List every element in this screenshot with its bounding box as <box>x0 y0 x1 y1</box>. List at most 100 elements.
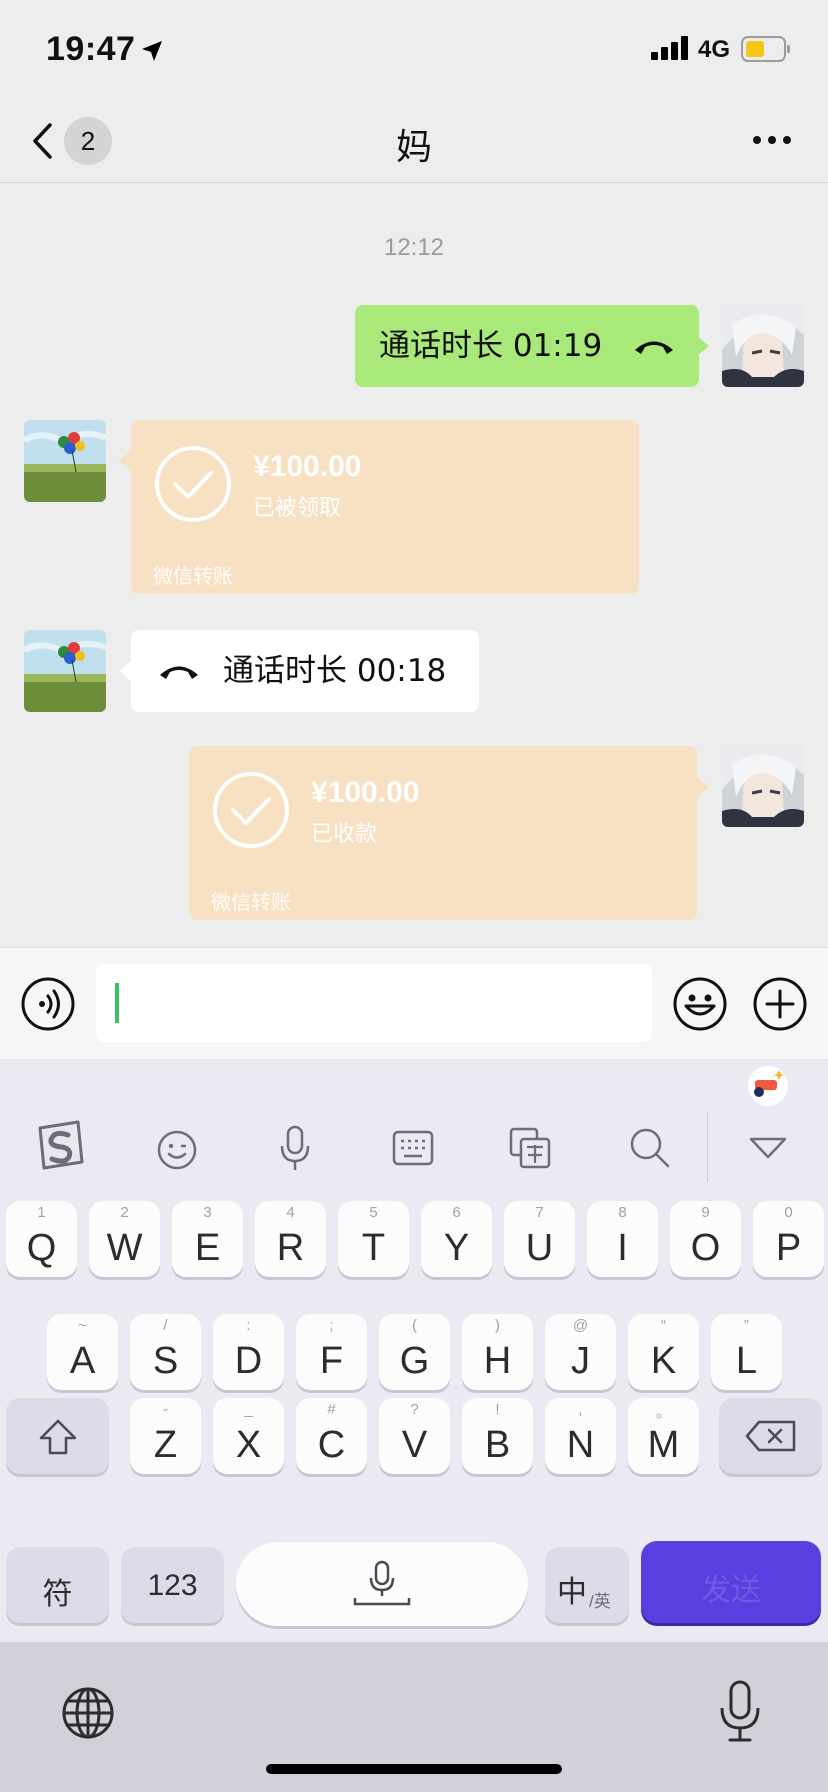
key-label: E <box>194 1227 221 1269</box>
bubble-tail <box>119 661 131 681</box>
call-bubble-outgoing[interactable]: 通话时长 01:19 <box>355 305 699 387</box>
home-indicator <box>266 1764 562 1774</box>
key-label: L <box>735 1340 758 1382</box>
globe-icon[interactable] <box>60 1685 116 1741</box>
key-hint: 3 <box>203 1204 212 1221</box>
key-p[interactable]: 0P <box>753 1201 824 1277</box>
status-time: 19:47 <box>46 30 136 68</box>
key-hint: 7 <box>535 1204 544 1221</box>
key-label: Y <box>443 1227 470 1269</box>
key-g[interactable]: (G <box>379 1314 450 1390</box>
battery-icon <box>741 36 790 62</box>
key-i[interactable]: 8I <box>587 1201 658 1277</box>
key-c[interactable]: # C <box>296 1398 367 1474</box>
key-b[interactable]: ! B <box>462 1398 533 1474</box>
key-hint: 9 <box>701 1204 710 1221</box>
key-o[interactable]: 9O <box>670 1201 741 1277</box>
key-label: B <box>484 1424 511 1466</box>
key-hint: ! <box>495 1401 500 1418</box>
key-n[interactable]: ,N <box>545 1398 616 1474</box>
key-hint: 。 <box>655 1404 671 1421</box>
avatar-self[interactable] <box>722 305 804 387</box>
key-z[interactable]: -Z <box>130 1398 201 1474</box>
key-m[interactable]: 。 M <box>628 1398 699 1474</box>
toolbar-divider <box>707 1112 708 1182</box>
shift-icon <box>39 1419 77 1455</box>
key-label: K <box>650 1340 677 1382</box>
lang-key-main: 中 <box>557 1576 587 1609</box>
kb-translate-icon[interactable] <box>508 1126 552 1170</box>
key-a[interactable]: ~ A <box>47 1314 118 1390</box>
key-label: T <box>361 1227 386 1269</box>
key-t[interactable]: 5T <box>338 1201 409 1277</box>
key-label: J <box>571 1340 590 1382</box>
kb-search-icon[interactable] <box>628 1126 672 1170</box>
shift-key[interactable] <box>6 1398 109 1474</box>
kb-voice-icon[interactable] <box>278 1124 312 1174</box>
back-chevron-icon[interactable] <box>30 122 56 160</box>
avatar-contact[interactable] <box>24 630 106 712</box>
space-key[interactable] <box>236 1542 528 1626</box>
key-e[interactable]: 3E <box>172 1201 243 1277</box>
bubble-tail <box>697 336 709 356</box>
key-v[interactable]: ? V <box>379 1398 450 1474</box>
key-s[interactable]: / S <box>130 1314 201 1390</box>
skin-promo-icon[interactable] <box>745 1062 791 1108</box>
call-bubble-incoming[interactable]: 通话时长 00:18 <box>131 630 479 712</box>
key-u[interactable]: 7U <box>504 1201 575 1277</box>
key-label: V <box>401 1424 428 1466</box>
key-hint: ~ <box>78 1317 87 1334</box>
key-hint: “ <box>661 1317 666 1334</box>
more-icon[interactable] <box>752 134 792 146</box>
key-d[interactable]: :D <box>213 1314 284 1390</box>
transfer-amount: ¥100.00 <box>311 776 420 809</box>
key-label: A <box>69 1340 96 1382</box>
key-k[interactable]: “K <box>628 1314 699 1390</box>
kb-emoji-icon[interactable] <box>155 1128 199 1172</box>
key-label: O <box>690 1227 721 1269</box>
transfer-card-outgoing[interactable]: ¥100.00 已收款 微信转账 <box>189 746 697 920</box>
location-arrow-icon <box>142 41 162 61</box>
key-label: R <box>276 1227 305 1269</box>
key-label: D <box>234 1340 263 1382</box>
key-f[interactable]: ; F <box>296 1314 367 1390</box>
symbols-key[interactable]: 符 <box>6 1547 109 1623</box>
backspace-key[interactable] <box>719 1398 822 1474</box>
key-j[interactable]: @ J <box>545 1314 616 1390</box>
call-duration-text: 通话时长 00:18 <box>223 653 447 689</box>
voice-input-icon[interactable] <box>20 976 76 1032</box>
send-key[interactable]: 发送 <box>641 1541 821 1623</box>
back-unread-badge[interactable]: 2 <box>64 117 112 165</box>
bubble-tail <box>697 777 709 797</box>
lang-switch-key[interactable]: 中 /英 <box>545 1547 629 1623</box>
avatar-contact[interactable] <box>24 420 106 502</box>
transfer-amount: ¥100.00 <box>253 450 362 483</box>
key-label: X <box>235 1424 262 1466</box>
key-q[interactable]: 1Q <box>6 1201 77 1277</box>
kb-keyboard-icon[interactable] <box>392 1130 434 1166</box>
space-voice-icon <box>353 1560 411 1606</box>
check-circle-icon <box>155 446 231 522</box>
transfer-card-incoming[interactable]: ¥100.00 已被领取 微信转账 <box>131 420 639 594</box>
key-y[interactable]: 6Y <box>421 1201 492 1277</box>
chat-title: 妈 <box>395 127 432 168</box>
key-hint: : <box>246 1317 251 1334</box>
key-x[interactable]: _ X <box>213 1398 284 1474</box>
key-w[interactable]: 2W <box>89 1201 160 1277</box>
text-caret <box>115 983 119 1023</box>
sogou-logo-icon[interactable] <box>32 1118 88 1174</box>
key-label: Z <box>153 1424 178 1466</box>
key-hint: ) <box>495 1317 500 1334</box>
collapse-keyboard-icon[interactable] <box>748 1136 788 1160</box>
add-more-icon[interactable] <box>752 976 808 1032</box>
key-h[interactable]: ) H <box>462 1314 533 1390</box>
transfer-brand: 微信转账 <box>211 890 291 914</box>
message-input[interactable] <box>96 964 652 1042</box>
avatar-self[interactable] <box>722 745 804 827</box>
key-label: N <box>566 1424 595 1466</box>
emoji-icon[interactable] <box>672 976 728 1032</box>
dictation-mic-icon[interactable] <box>718 1680 762 1744</box>
numbers-key[interactable]: 123 <box>121 1547 224 1623</box>
key-l[interactable]: ” L <box>711 1314 782 1390</box>
key-r[interactable]: 4R <box>255 1201 326 1277</box>
